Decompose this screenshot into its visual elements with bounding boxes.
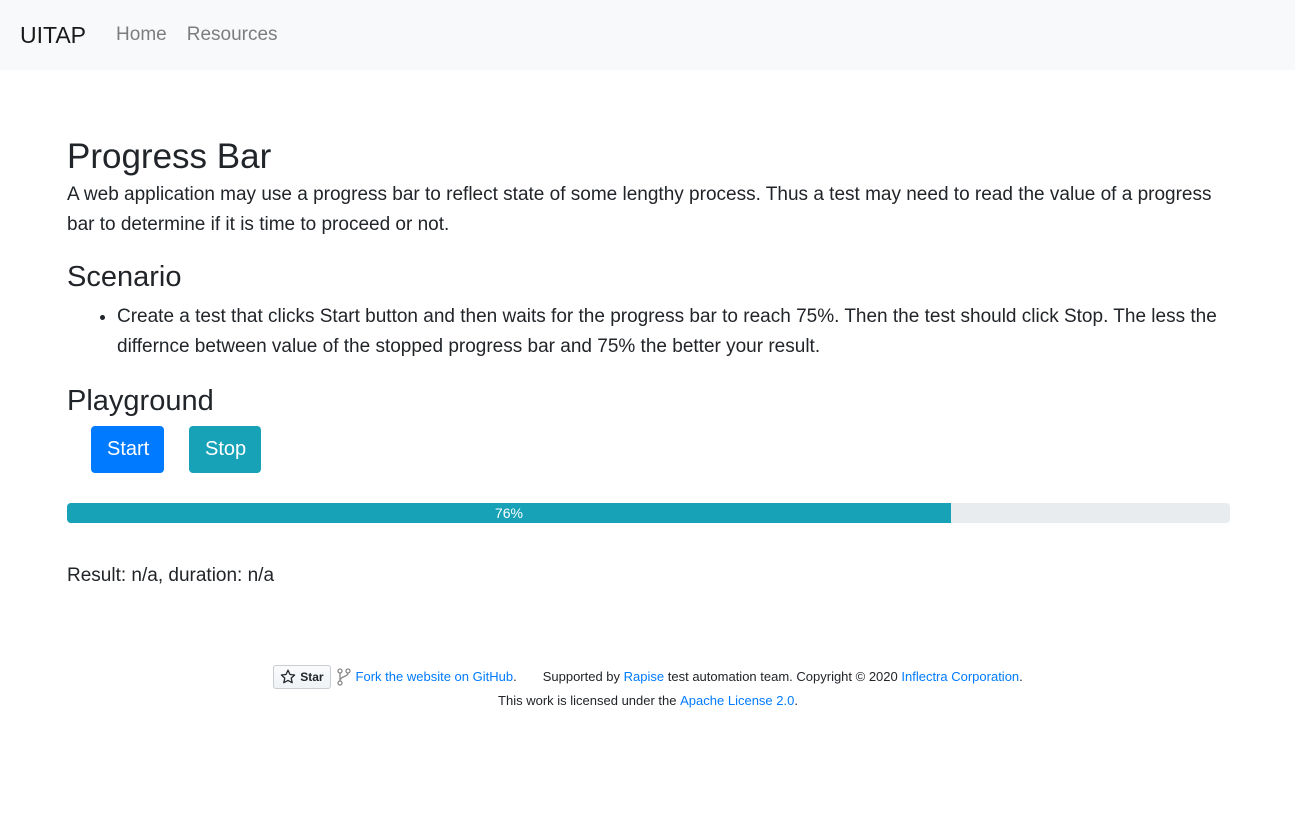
fork-github-link[interactable]: Fork the website on GitHub (356, 665, 514, 689)
stop-button[interactable]: Stop (189, 426, 261, 473)
star-label: Star (300, 670, 324, 684)
nav-link-home[interactable]: Home (116, 24, 167, 46)
footer-line-1: Star Fork the website on GitHub . Suppor… (67, 665, 1229, 689)
footer: Star Fork the website on GitHub . Suppor… (67, 665, 1229, 713)
footer-line-2: This work is licensed under the Apache L… (67, 689, 1229, 713)
scenario-item: Create a test that clicks Start button a… (117, 302, 1229, 362)
page-description: A web application may use a progress bar… (67, 184, 1212, 235)
apache-license-link[interactable]: Apache License 2.0 (680, 693, 794, 708)
rapise-link[interactable]: Rapise (624, 665, 664, 689)
button-row: Start Stop (67, 426, 1229, 473)
supported-by-text: Supported by (542, 669, 621, 684)
scenario-list: Create a test that clicks Start button a… (67, 302, 1229, 362)
main-content: Progress Bar A web application may use a… (0, 136, 1295, 713)
star-icon (280, 669, 296, 684)
fork-suffix: . (513, 669, 517, 684)
navbar: UITAP Home Resources (0, 0, 1295, 70)
license-prefix: This work is licensed under the (498, 693, 677, 708)
brand-link[interactable]: UITAP (20, 22, 86, 49)
nav-link-resources[interactable]: Resources (187, 24, 278, 46)
playground-heading: Playground (67, 385, 214, 417)
progress-bar: 76% (67, 503, 951, 523)
fork-icon (336, 668, 351, 686)
github-star-button[interactable]: Star (273, 665, 331, 689)
license-suffix: . (794, 693, 798, 708)
progress-track: 76% (67, 503, 1230, 523)
inflectra-suffix: . (1019, 669, 1023, 684)
page-title: Progress Bar (67, 137, 272, 176)
copyright-text: test automation team. Copyright © 2020 (667, 669, 898, 684)
scenario-heading: Scenario (67, 261, 182, 293)
start-button[interactable]: Start (91, 426, 164, 473)
result-text: Result: n/a, duration: n/a (67, 565, 275, 586)
inflectra-link[interactable]: Inflectra Corporation (901, 665, 1019, 689)
